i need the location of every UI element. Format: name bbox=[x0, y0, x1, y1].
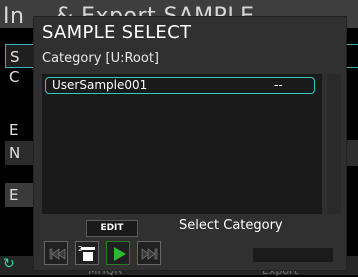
play-button[interactable] bbox=[106, 241, 130, 265]
background-row-4[interactable]: N bbox=[5, 141, 35, 165]
dialog-value-field[interactable] bbox=[253, 248, 333, 262]
list-scrollbar[interactable] bbox=[327, 74, 341, 214]
stop-button[interactable]: 2 bbox=[75, 241, 99, 265]
list-item[interactable]: UserSample001 -- bbox=[45, 77, 315, 94]
background-row-3[interactable]: E bbox=[5, 118, 35, 142]
background-row-5[interactable]: E bbox=[5, 183, 35, 207]
refresh-icon[interactable]: ↻ bbox=[3, 256, 15, 272]
edit-button[interactable]: EDIT bbox=[86, 220, 138, 237]
skip-back-icon bbox=[49, 248, 66, 260]
play-icon bbox=[114, 247, 126, 261]
skip-back-button[interactable] bbox=[44, 241, 68, 265]
sample-select-dialog: SAMPLE SELECT Category [U:Root] UserSamp… bbox=[34, 17, 346, 270]
dialog-category-label: Category [U:Root] bbox=[42, 51, 160, 66]
skip-forward-icon bbox=[141, 248, 158, 260]
sample-list[interactable]: UserSample001 -- bbox=[42, 74, 322, 214]
list-item-name: UserSample001 bbox=[52, 78, 148, 92]
skip-forward-button[interactable] bbox=[137, 241, 161, 265]
background-row-1-edge bbox=[345, 44, 358, 68]
background-row-4-edge bbox=[345, 140, 358, 166]
dialog-title: SAMPLE SELECT bbox=[42, 22, 192, 43]
stop-icon: 2 bbox=[78, 245, 95, 261]
background-title-left: In bbox=[3, 4, 25, 28]
list-item-value: -- bbox=[274, 78, 283, 92]
background-row-2[interactable]: C bbox=[5, 65, 35, 89]
select-category-label: Select Category bbox=[179, 218, 283, 233]
